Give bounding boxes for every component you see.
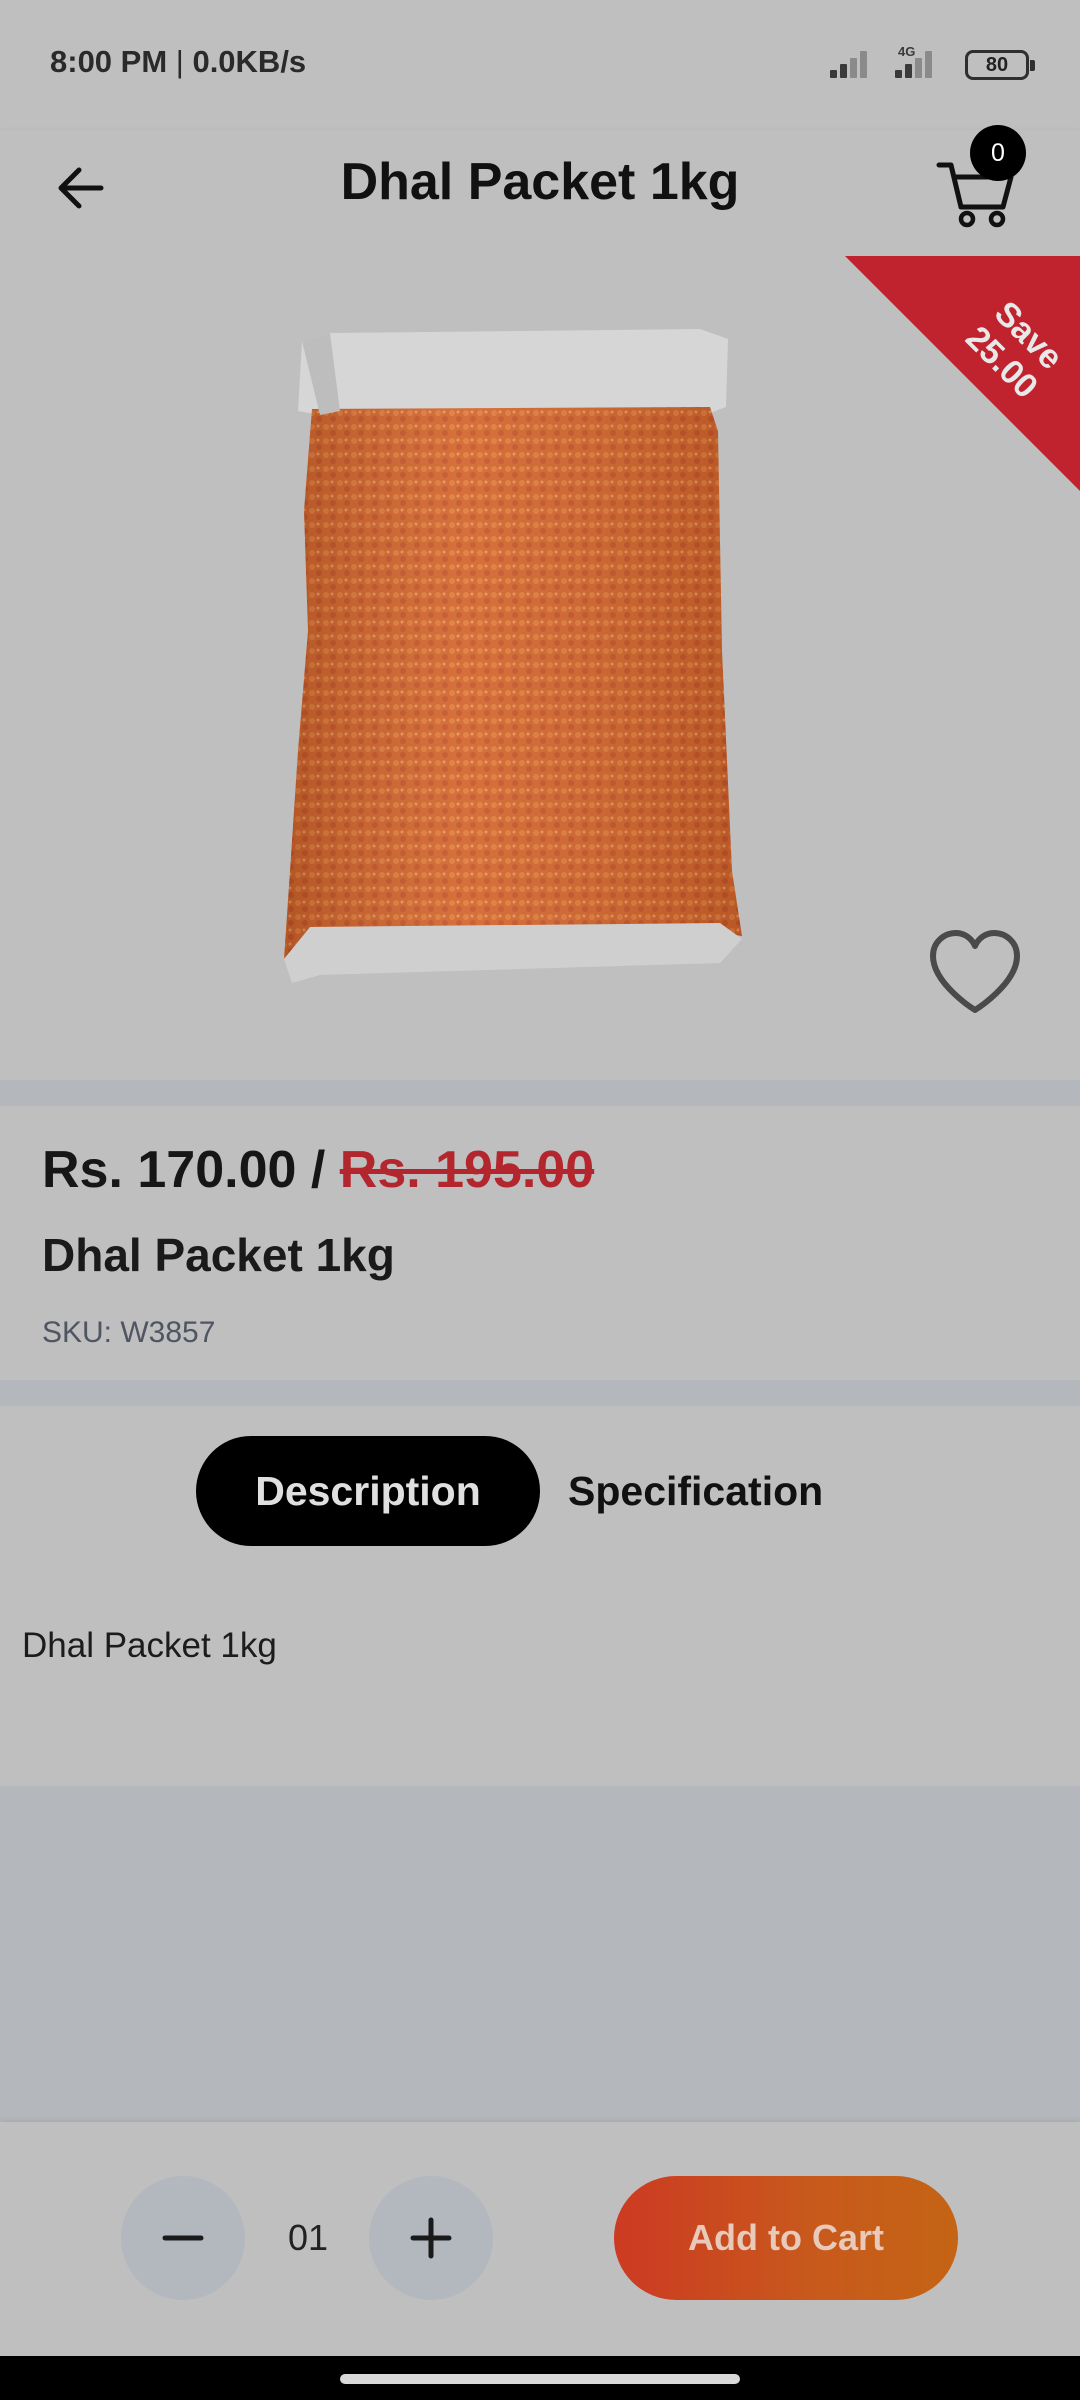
wishlist-button[interactable] [925, 928, 1025, 1018]
battery-icon: 80 [965, 50, 1035, 80]
original-price: Rs. 195.00 [339, 1141, 595, 1199]
arrow-left-icon [58, 167, 104, 209]
heart-icon [930, 930, 1020, 1013]
clock-text: 8:00 PM [50, 44, 168, 79]
back-button[interactable] [40, 148, 120, 228]
content-empty-area [0, 1786, 1080, 2122]
page-title: Dhal Packet 1kg [340, 153, 740, 211]
price-line: Rs. 170.00 / Rs. 195.00 [42, 1140, 594, 1200]
network-speed: 0.0KB/s [192, 44, 307, 79]
tab-specification[interactable]: Specification [568, 1436, 823, 1546]
app-header: Dhal Packet 1kg [0, 130, 1080, 256]
increase-quantity-button[interactable] [369, 2176, 493, 2300]
section-divider [0, 1080, 1080, 1106]
decrease-quantity-button[interactable] [121, 2176, 245, 2300]
status-separator: | [167, 44, 193, 79]
signal-strength-icon [830, 48, 874, 78]
description-text: Dhal Packet 1kg [22, 1626, 277, 1665]
price-section: Rs. 170.00 / Rs. 195.00 Dhal Packet 1kg … [0, 1106, 1080, 1380]
status-bar: 8:00 PM | 0.0KB/s 4G 80 [0, 0, 1080, 130]
minus-icon [162, 2235, 204, 2241]
signal-strength-icon-2 [895, 48, 939, 78]
save-ribbon-label: Save 25.00 [840, 256, 1080, 496]
tab-description[interactable]: Description [196, 1436, 540, 1546]
tabs-section: Description Specification Dhal Packet 1k… [0, 1406, 1080, 1786]
product-image [284, 329, 742, 983]
section-divider-2 [0, 1380, 1080, 1406]
product-image-area: Save 25.00 [0, 256, 1080, 1080]
product-name: Dhal Packet 1kg [42, 1229, 395, 1281]
product-sku: SKU: W3857 [42, 1316, 216, 1349]
current-price: Rs. 170.00 [42, 1141, 297, 1199]
home-indicator[interactable] [340, 2374, 740, 2384]
system-navigation-bar [0, 2356, 1080, 2400]
price-separator: / [296, 1141, 340, 1199]
quantity-value: 01 [287, 2217, 329, 2258]
bottom-action-bar: 01 Add to Cart [0, 2122, 1080, 2356]
add-to-cart-button[interactable]: Add to Cart [614, 2176, 958, 2300]
plus-icon [410, 2217, 452, 2259]
status-time: 8:00 PM | 0.0KB/s [50, 44, 306, 80]
cart-count-badge: 0 [970, 125, 1026, 181]
battery-level: 80 [985, 54, 1009, 76]
